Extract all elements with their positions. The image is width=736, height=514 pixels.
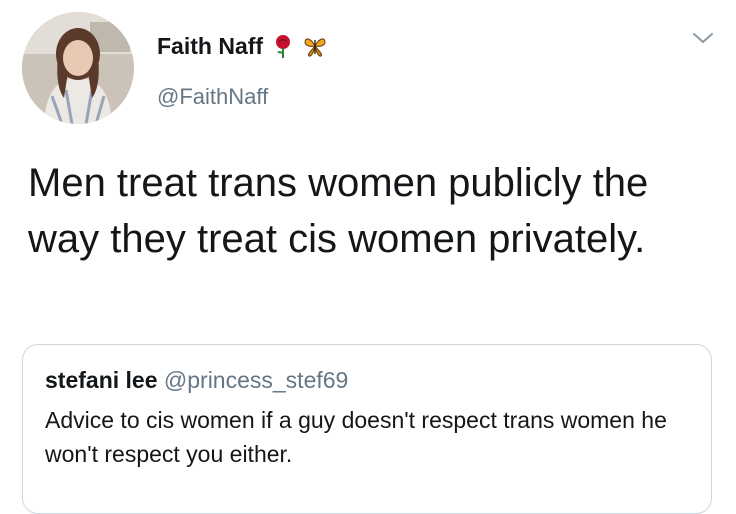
avatar-photo: [22, 12, 134, 124]
tweet-card: Faith Naff @FaithNaff Men treat trans wo…: [0, 0, 736, 514]
chevron-down-icon[interactable]: [690, 28, 716, 48]
quoted-author-handle: @princess_stef69: [163, 367, 349, 393]
rose-icon: [276, 35, 291, 58]
author-name-row: Faith Naff: [157, 30, 327, 62]
author-display-name[interactable]: Faith Naff: [157, 33, 263, 60]
quoted-tweet[interactable]: stefani lee @princess_stef69 Advice to c…: [22, 344, 712, 514]
tweet-text: Men treat trans women publicly the way t…: [28, 161, 649, 261]
quoted-author-name: stefani lee: [45, 367, 158, 393]
quoted-tweet-text: Advice to cis women if a guy doesn't res…: [45, 407, 667, 467]
quoted-tweet-header: stefani lee @princess_stef69: [45, 367, 348, 394]
avatar[interactable]: [22, 12, 134, 124]
butterfly-icon: [304, 38, 326, 57]
author-handle[interactable]: @FaithNaff: [157, 84, 268, 110]
